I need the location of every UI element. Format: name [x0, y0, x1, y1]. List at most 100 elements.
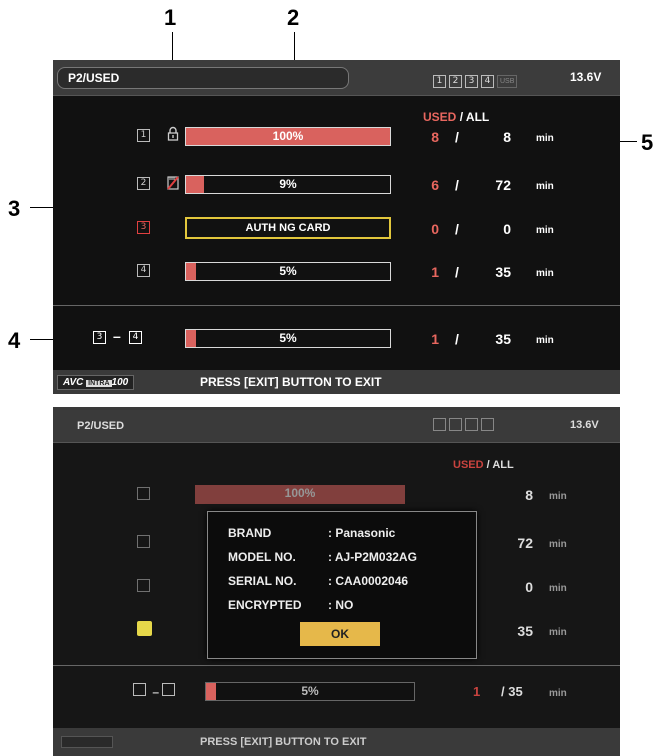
encrypted-key: ENCRYPTED [228, 598, 302, 612]
all-min-2: 72 [495, 177, 511, 193]
model-key: MODEL NO. [228, 550, 296, 564]
range-dash: – [113, 328, 121, 344]
used-min-4: 1 [431, 264, 439, 280]
usage-percent-1: 100% [272, 129, 304, 143]
usage-bar-2: 9% [185, 175, 391, 194]
serial-value: : CAA0002046 [328, 574, 409, 588]
battery-voltage: 13.6V [570, 70, 602, 84]
slot2-number-3 [137, 579, 150, 592]
slot-number-4: 4 [137, 264, 150, 277]
column-header-2: USED / ALL [453, 459, 514, 471]
used-min-1: 8 [431, 129, 439, 145]
range-from-slot: 3 [93, 331, 106, 344]
usage2-percent-1: 100% [284, 486, 316, 500]
slot-indicator-3: 3 [465, 75, 478, 88]
p2-used-card-info-screen: P2/USED 13.6V USED / ALL 100% 8 72 0 35 … [53, 407, 620, 756]
brand-key: BRAND [228, 526, 272, 540]
screen-title-2: P2/USED [77, 420, 125, 432]
min2-unit-1: min [549, 491, 567, 502]
logo-avc: AVC [63, 377, 84, 388]
all2-min-3: 0 [525, 579, 533, 595]
range-min-unit: min [536, 335, 554, 346]
min-unit-4: min [536, 268, 554, 279]
usage-bar-1: 100% [185, 127, 391, 146]
slot-indicators: 1 2 3 4 USB [433, 70, 518, 88]
all2-min-1: 8 [525, 487, 533, 503]
slot2-indicator-2 [449, 418, 462, 431]
range-usage-percent: 5% [279, 331, 297, 345]
usage2-bar-1: 100% [195, 485, 405, 504]
min-unit-3: min [536, 225, 554, 236]
slash-3: / [455, 221, 459, 237]
slot-number-1: 1 [137, 129, 150, 142]
min-unit-1: min [536, 133, 554, 144]
exit-instruction-2: PRESS [EXIT] BUTTON TO EXIT [200, 736, 367, 748]
header-used: USED [423, 110, 457, 124]
exit-instruction: PRESS [EXIT] BUTTON TO EXIT [200, 375, 382, 389]
range-slots-2: – [133, 683, 178, 699]
slot2-indicator-3 [465, 418, 478, 431]
range-to-slot: 4 [129, 331, 142, 344]
usb-indicator: USB [497, 75, 518, 88]
used-min-3: 0 [431, 221, 439, 237]
slot-number-2: 2 [137, 177, 150, 190]
min2-unit-3: min [549, 583, 567, 594]
range-used-min: 1 [431, 331, 439, 347]
column-header: USED / ALL [423, 110, 489, 124]
encrypted-value: : NO [328, 598, 354, 612]
range2-usage-bar: 5% [205, 682, 415, 701]
footer-bar-2: PRESS [EXIT] BUTTON TO EXIT [53, 728, 620, 756]
slot2-number-2 [137, 535, 150, 548]
slot2-number-1 [137, 487, 150, 500]
slot2-indicator-4 [481, 418, 494, 431]
header-all: ALL [465, 110, 490, 124]
slot-indicator-1: 1 [433, 75, 446, 88]
min-unit-2: min [536, 181, 554, 192]
range-separator-2 [53, 665, 620, 666]
callout-3: 3 [8, 196, 21, 221]
header-used-2: USED [453, 459, 484, 471]
range2-to-slot [162, 683, 176, 696]
write-protect-icon [167, 176, 179, 190]
slot-number-3: 3 [137, 221, 150, 234]
range2-usage-percent: 5% [301, 684, 319, 698]
all2-min-4: 35 [517, 623, 533, 639]
range2-from-slot [133, 683, 146, 696]
min2-unit-4: min [549, 627, 567, 638]
callout-4: 4 [8, 328, 21, 353]
avc-intra-logo-2 [61, 736, 113, 748]
range-usage-bar: 5% [185, 329, 391, 348]
slot-indicator-2: 2 [449, 75, 462, 88]
range2-min-unit: min [549, 688, 567, 699]
footer-bar: AVC INTRA 100 PRESS [EXIT] BUTTON TO EXIT [53, 370, 620, 394]
battery-voltage-2: 13.6V [570, 419, 599, 431]
min2-unit-2: min [549, 539, 567, 550]
used-min-2: 6 [431, 177, 439, 193]
model-value: : AJ-P2M032AG [328, 550, 417, 564]
callout-2: 2 [287, 5, 300, 30]
top-bar: P2/USED 1 2 3 4 USB 13.6V [53, 60, 620, 96]
selected-slot-4-icon [137, 621, 152, 636]
brand-value: : Panasonic [328, 526, 396, 540]
callout-5: 5 [641, 130, 654, 155]
range-slash: / [455, 331, 459, 347]
p2-used-screen: P2/USED 1 2 3 4 USB 13.6V USED / ALL 1 100% … [53, 60, 620, 394]
screen-title: P2/USED [57, 67, 349, 89]
all-min-4: 35 [495, 264, 511, 280]
header-sep: / [459, 110, 464, 124]
card-info-dialog: BRAND : Panasonic MODEL NO. : AJ-P2M032A… [207, 511, 477, 659]
logo-intra: INTRA [86, 380, 112, 387]
slash-2: / [455, 177, 459, 193]
all-min-3: 0 [503, 221, 511, 237]
logo-100: 100 [111, 377, 129, 388]
range2-used-min: 1 [473, 684, 481, 699]
usage-bar-4: 5% [185, 262, 391, 281]
auth-ng-card-box: AUTH NG CARD [185, 217, 391, 239]
range-all-min: 35 [495, 331, 511, 347]
slash-4: / [455, 264, 459, 280]
usage-percent-4: 5% [279, 264, 297, 278]
ok-button[interactable]: OK [300, 622, 380, 646]
range-separator [53, 305, 620, 306]
header-all-2: / ALL [486, 459, 514, 471]
usage-percent-2: 9% [279, 177, 297, 191]
